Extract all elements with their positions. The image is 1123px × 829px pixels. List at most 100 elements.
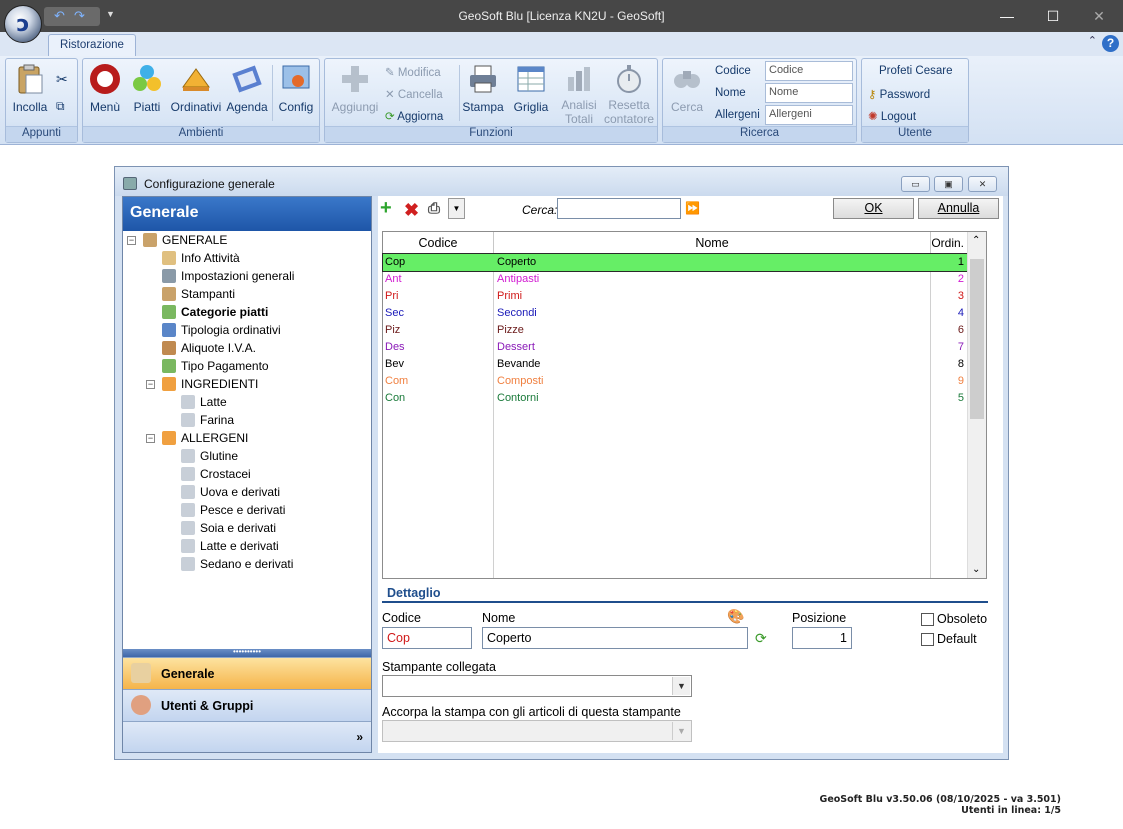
table-row[interactable]: Com Composti 9 bbox=[383, 373, 968, 390]
dialog-minimize-button[interactable]: ▭ bbox=[901, 176, 930, 192]
table-row[interactable]: Pri Primi 3 bbox=[383, 288, 968, 305]
aggiungi-button[interactable]: Aggiungi bbox=[329, 63, 381, 125]
add-record-icon[interactable]: + bbox=[380, 197, 392, 220]
resetta-contatore-button[interactable]: Resetta contatore bbox=[601, 63, 657, 126]
agenda-button[interactable]: Agenda bbox=[225, 63, 269, 125]
stampante-collegata-select[interactable]: ▼ bbox=[382, 675, 692, 697]
nome-field[interactable]: Coperto bbox=[482, 627, 748, 649]
logout-button[interactable]: ✺ Logout bbox=[868, 109, 916, 123]
password-button[interactable]: ⚷ Password bbox=[868, 87, 930, 101]
tree-item[interactable]: Impostazioni generali bbox=[162, 267, 294, 285]
codice-search-label: Codice bbox=[715, 65, 751, 77]
tree-item[interactable]: Stampanti bbox=[162, 285, 235, 303]
tree-item[interactable]: Farina bbox=[181, 411, 234, 429]
accorpa-stampa-select[interactable]: ▼ bbox=[382, 720, 692, 742]
cancella-button[interactable]: ✕ Cancella bbox=[385, 87, 443, 101]
vertical-scrollbar[interactable]: ⌃ ⌄ bbox=[967, 232, 986, 578]
scroll-down-icon[interactable]: ⌄ bbox=[972, 564, 980, 575]
minimize-button[interactable]: — bbox=[987, 4, 1027, 28]
incolla-button[interactable]: Incolla bbox=[10, 63, 50, 125]
column-header-nome[interactable]: Nome bbox=[494, 232, 931, 254]
tree-item[interactable]: Sedano e derivati bbox=[181, 555, 293, 573]
chevron-right-icon[interactable]: » bbox=[356, 730, 363, 744]
tree-item[interactable]: GENERALE bbox=[143, 231, 227, 249]
table-row[interactable]: Des Dessert 7 bbox=[383, 339, 968, 356]
tree-item[interactable]: Tipologia ordinativi bbox=[162, 321, 281, 339]
griglia-button[interactable]: Griglia bbox=[509, 63, 553, 125]
dialog-title: Configurazione generale bbox=[144, 177, 275, 191]
nome-label: Nome bbox=[482, 611, 516, 625]
nav-utenti-gruppi[interactable]: Utenti & Gruppi bbox=[123, 689, 371, 721]
print-dropdown-icon[interactable]: ▼ bbox=[448, 198, 465, 219]
cerca-input[interactable] bbox=[557, 198, 681, 219]
tree-item[interactable]: Latte e derivati bbox=[181, 537, 279, 555]
menu-button[interactable]: Menù bbox=[87, 63, 123, 125]
default-checkbox[interactable] bbox=[921, 633, 934, 646]
tree-collapse-icon[interactable]: − bbox=[127, 236, 136, 245]
tree-collapse-icon[interactable]: − bbox=[146, 434, 155, 443]
tree-item[interactable]: Aliquote I.V.A. bbox=[162, 339, 256, 357]
copy-icon[interactable]: ⧉ bbox=[56, 99, 65, 114]
column-header-ordine[interactable]: Ordin. bbox=[931, 232, 968, 254]
table-row[interactable]: Piz Pizze 6 bbox=[383, 322, 968, 339]
tree-item[interactable]: Uova e derivati bbox=[181, 483, 280, 501]
tree-collapse-icon[interactable]: − bbox=[146, 380, 155, 389]
stampa-button[interactable]: Stampa bbox=[461, 63, 505, 125]
search-go-icon[interactable]: ⏩ bbox=[685, 201, 700, 215]
posizione-field[interactable]: 1 bbox=[792, 627, 852, 649]
tree-item[interactable]: Latte bbox=[181, 393, 227, 411]
tree-item[interactable]: Info Attività bbox=[162, 249, 240, 267]
ok-button[interactable]: OK bbox=[833, 198, 914, 219]
ordinativi-button[interactable]: Ordinativi bbox=[169, 63, 223, 125]
help-icon[interactable]: ? bbox=[1102, 35, 1119, 52]
table-row[interactable]: Cop Coperto 1 bbox=[382, 253, 969, 272]
dialog-restore-button[interactable]: ▣ bbox=[934, 176, 963, 192]
tree-item[interactable]: ALLERGENI bbox=[162, 429, 248, 447]
delete-record-icon[interactable]: ✖ bbox=[404, 200, 419, 221]
cell-nome: Coperto bbox=[497, 256, 537, 268]
nome-search-input[interactable]: Nome bbox=[765, 83, 853, 103]
obsoleto-checkbox[interactable] bbox=[921, 613, 934, 626]
tree-item[interactable]: Soia e derivati bbox=[181, 519, 276, 537]
scroll-up-icon[interactable]: ⌃ bbox=[972, 235, 980, 246]
config-button[interactable]: Config bbox=[276, 63, 316, 125]
cut-icon[interactable]: ✂ bbox=[56, 71, 68, 88]
ok-label: OK bbox=[864, 201, 883, 215]
annulla-button[interactable]: Annulla bbox=[918, 198, 999, 219]
aggiorna-button[interactable]: ⟳ Aggiorna bbox=[385, 109, 443, 123]
nav-generale[interactable]: Generale bbox=[123, 657, 371, 689]
pane-splitter[interactable]: •••••••••• bbox=[123, 648, 371, 657]
print-icon[interactable]: ⎙ bbox=[428, 200, 440, 217]
tab-ristorazione[interactable]: Ristorazione bbox=[48, 34, 136, 57]
table-row[interactable]: Bev Bevande 8 bbox=[383, 356, 968, 373]
tree-node-icon bbox=[143, 233, 157, 247]
codice-search-input[interactable]: Codice bbox=[765, 61, 853, 81]
analisi-totali-button[interactable]: Analisi Totali bbox=[557, 63, 601, 126]
scrollbar-thumb[interactable] bbox=[970, 259, 984, 419]
tree-item[interactable]: Categorie piatti bbox=[162, 303, 268, 321]
tree-item[interactable]: Pesce e derivati bbox=[181, 501, 285, 519]
piatti-button[interactable]: Piatti bbox=[129, 63, 165, 125]
table-row[interactable]: Ant Antipasti 2 bbox=[383, 271, 968, 288]
dialog-icon bbox=[123, 177, 137, 190]
dialog-close-button[interactable]: ✕ bbox=[968, 176, 997, 192]
maximize-button[interactable]: ☐ bbox=[1033, 4, 1073, 28]
column-header-codice[interactable]: Codice bbox=[383, 232, 494, 254]
modifica-button[interactable]: ✎ Modifica bbox=[385, 65, 441, 79]
tree-item[interactable]: Tipo Pagamento bbox=[162, 357, 269, 375]
collapse-ribbon-icon[interactable]: ⌃ bbox=[1088, 34, 1097, 47]
palette-icon[interactable]: 🎨 bbox=[727, 608, 744, 625]
codice-field[interactable]: Cop bbox=[382, 627, 472, 649]
app-menu-button[interactable]: ↄ bbox=[4, 5, 42, 43]
cell-nome: Composti bbox=[497, 375, 544, 387]
tree-item[interactable]: INGREDIENTI bbox=[162, 375, 258, 393]
refresh-icon[interactable]: ⟳ bbox=[755, 630, 767, 647]
tree-item[interactable]: Glutine bbox=[181, 447, 238, 465]
table-row[interactable]: Con Contorni 5 bbox=[383, 390, 968, 407]
password-label: Password bbox=[879, 89, 931, 101]
cerca-button[interactable]: Cerca bbox=[667, 63, 707, 125]
table-row[interactable]: Sec Secondi 4 bbox=[383, 305, 968, 322]
tree-item[interactable]: Crostacei bbox=[181, 465, 251, 483]
allergeni-search-input[interactable]: Allergeni bbox=[765, 105, 853, 125]
close-button[interactable]: ✕ bbox=[1079, 4, 1119, 28]
